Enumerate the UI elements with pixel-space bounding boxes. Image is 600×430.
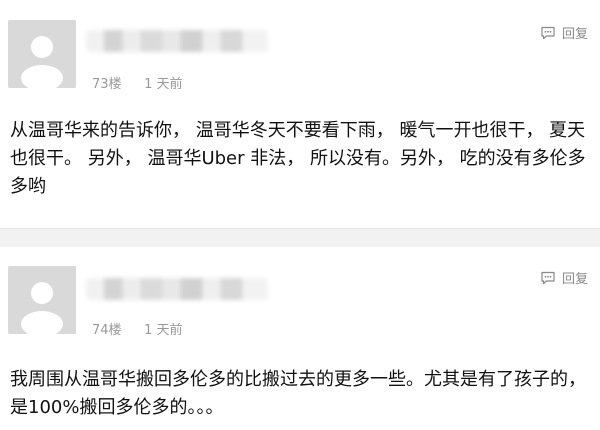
- reply-button[interactable]: 回复: [540, 268, 588, 287]
- comment-post: 73楼 1 天前 回复 从温哥华来的告诉你， 温哥华冬天不要看下雨， 暖气一开也…: [0, 0, 600, 228]
- reply-label: 回复: [561, 27, 588, 42]
- post-divider: [0, 228, 600, 247]
- floor-number: 74楼: [92, 323, 122, 338]
- default-avatar-icon: [8, 266, 76, 334]
- post-time: 1 天前: [144, 77, 183, 92]
- reply-label: 回复: [561, 272, 588, 287]
- avatar[interactable]: [8, 266, 76, 334]
- post-meta: 73楼 1 天前: [92, 73, 183, 92]
- post-time: 1 天前: [144, 323, 183, 338]
- floor-number: 73楼: [92, 77, 122, 92]
- default-avatar-icon: [8, 20, 76, 88]
- comment-bubble-icon: [541, 271, 555, 284]
- comment-post: 74楼 1 天前 回复 我周围从温哥华搬回多伦多的比搬过去的更多一些。尤其是有了…: [0, 246, 600, 430]
- reply-button[interactable]: 回复: [540, 23, 588, 42]
- username-redacted: [86, 30, 268, 52]
- comment-bubble-icon: [541, 26, 555, 39]
- avatar[interactable]: [8, 20, 76, 88]
- post-content: 从温哥华来的告诉你， 温哥华冬天不要看下雨， 暖气一开也很干， 夏天也很干。 另…: [10, 120, 586, 197]
- post-content: 我周围从温哥华搬回多伦多的比搬过去的更多一些。尤其是有了孩子的，是100%搬回多…: [10, 369, 586, 418]
- post-meta: 74楼 1 天前: [92, 319, 183, 338]
- username-redacted: [86, 278, 268, 300]
